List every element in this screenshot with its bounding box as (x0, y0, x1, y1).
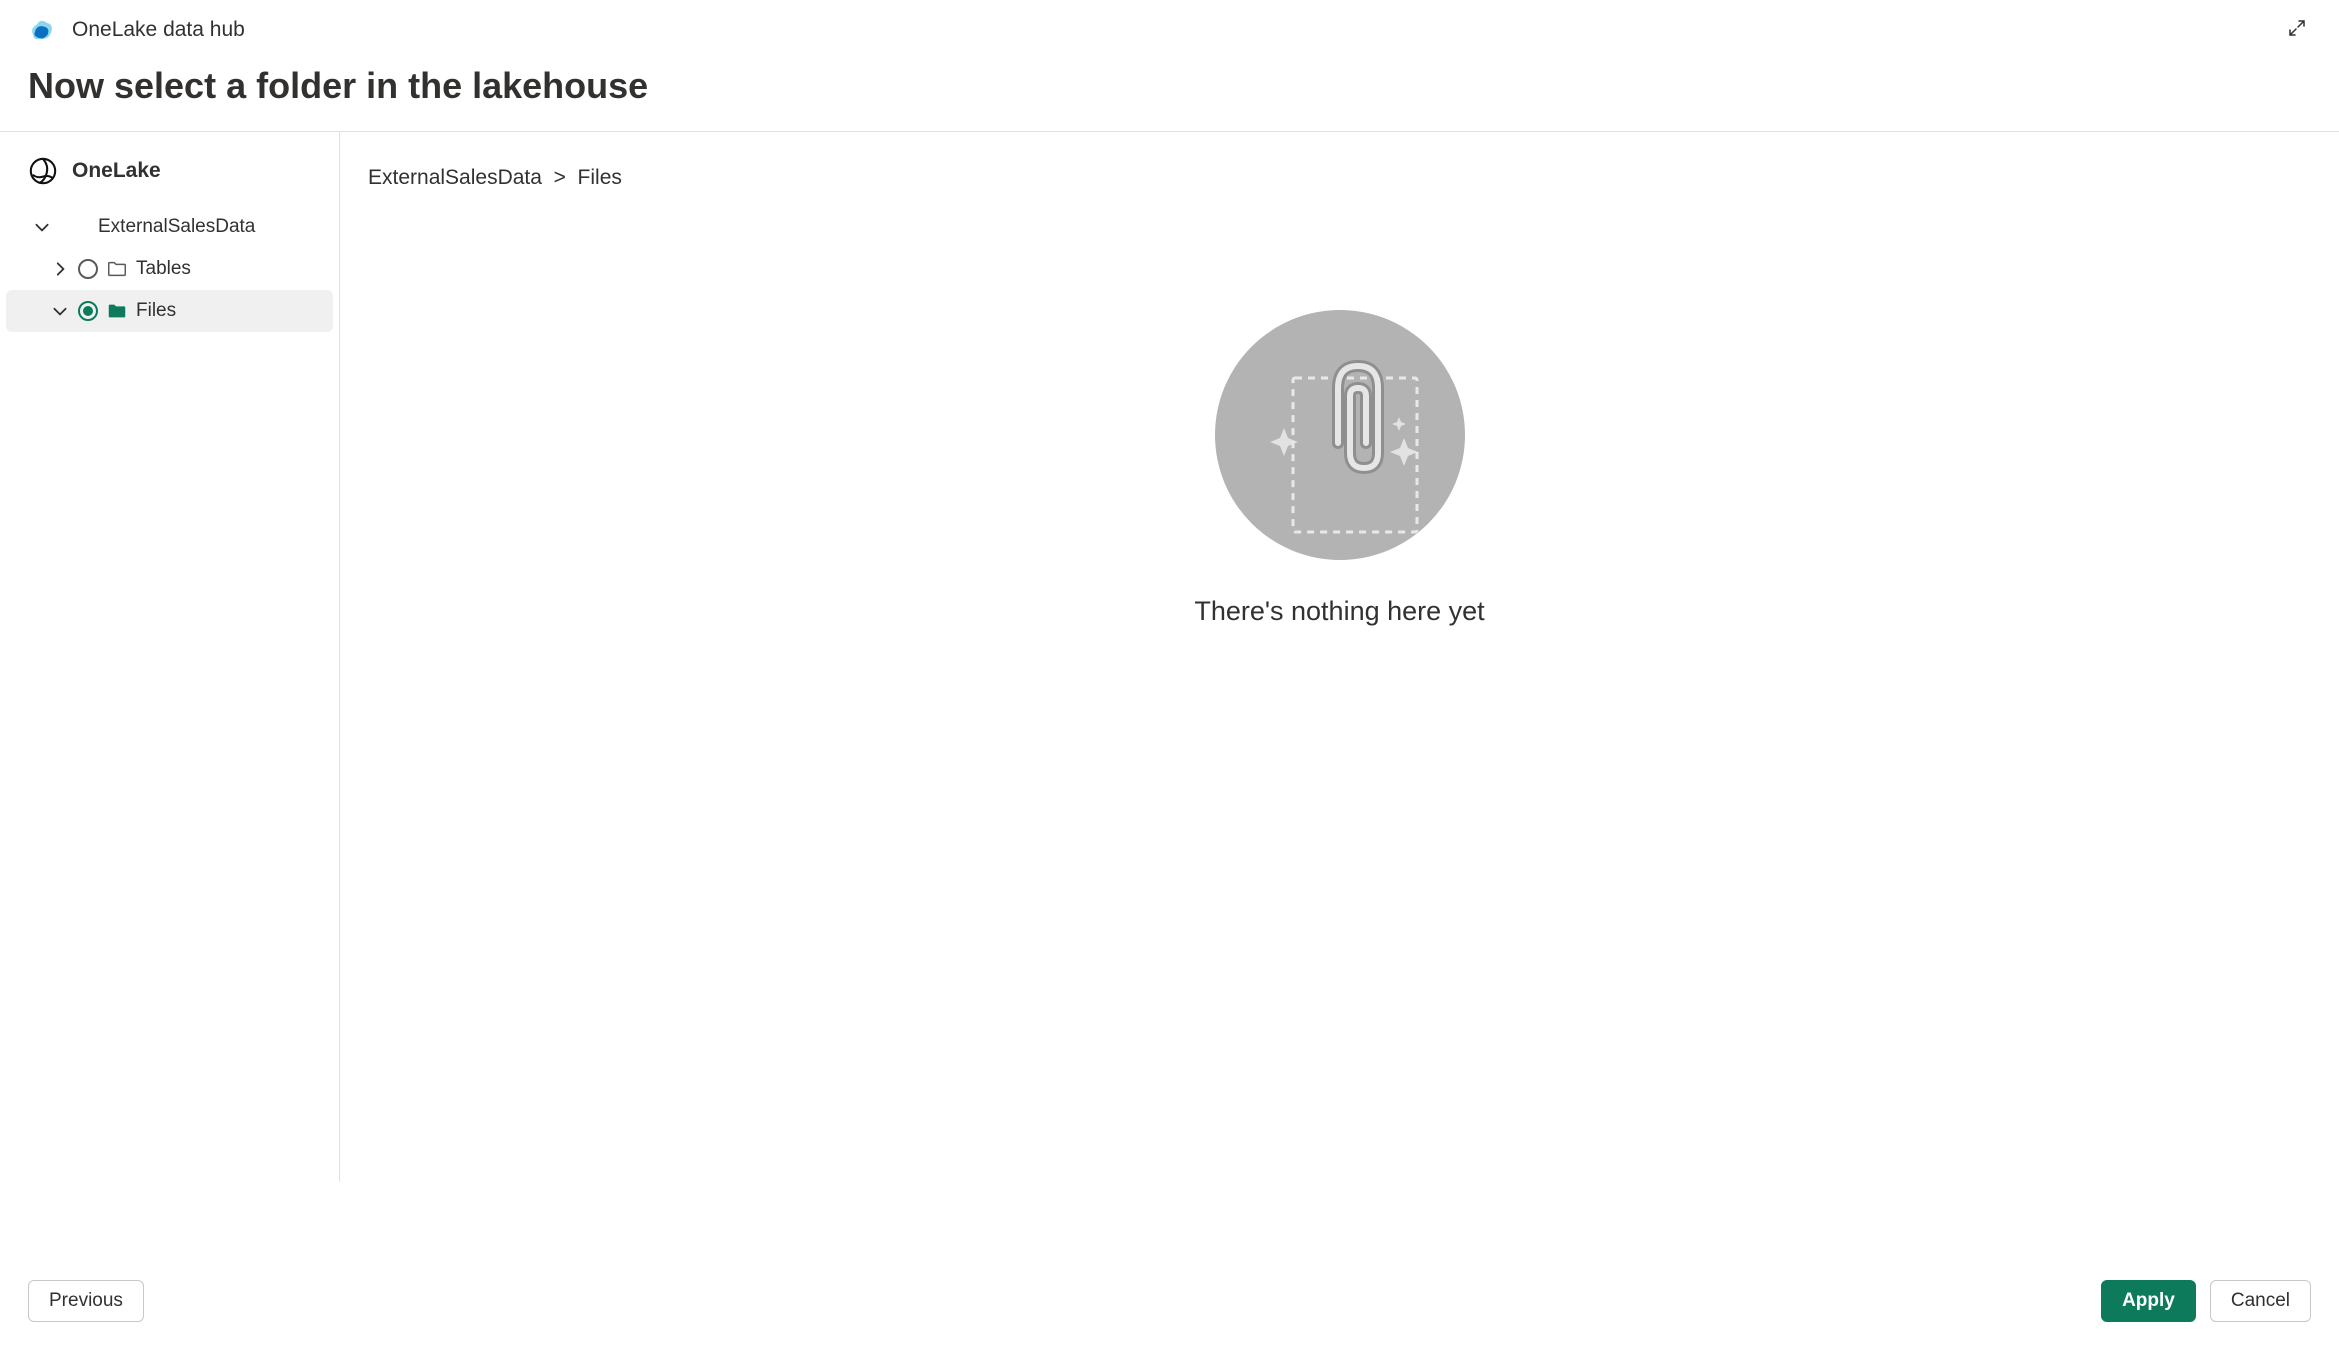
tree-root-onelake[interactable]: OneLake (0, 150, 339, 192)
tree-item-label: Tables (136, 258, 191, 280)
expand-diagonal-icon[interactable] (2283, 14, 2311, 45)
dialog-footer: Previous Apply Cancel (28, 1280, 2311, 1322)
tree-item-label: Files (136, 300, 176, 322)
folder-filled-icon (106, 300, 128, 322)
tree-item-externalsalesdata[interactable]: ExternalSalesData (0, 206, 339, 248)
chevron-down-icon[interactable] (50, 301, 70, 321)
header-title: OneLake data hub (72, 18, 245, 42)
cancel-button[interactable]: Cancel (2210, 1280, 2311, 1322)
content-region: OneLake ExternalSalesData Tables (0, 132, 2339, 1182)
radio-selected[interactable] (78, 301, 98, 321)
breadcrumb-separator: > (554, 166, 566, 189)
onelake-icon (28, 156, 58, 186)
tree-item-tables[interactable]: Tables (0, 248, 339, 290)
chevron-down-icon[interactable] (32, 217, 52, 237)
dialog-header: OneLake data hub (0, 0, 2339, 45)
empty-state: There's nothing here yet (368, 310, 2311, 627)
empty-state-text: There's nothing here yet (1194, 596, 1484, 627)
header-left: OneLake data hub (28, 16, 245, 44)
folder-tree-sidebar: OneLake ExternalSalesData Tables (0, 132, 340, 1182)
radio-unselected[interactable] (78, 259, 98, 279)
previous-button[interactable]: Previous (28, 1280, 144, 1322)
breadcrumb-part[interactable]: ExternalSalesData (368, 166, 542, 189)
page-title: Now select a folder in the lakehouse (0, 45, 2339, 131)
folder-outline-icon (106, 258, 128, 280)
main-content-pane: ExternalSalesData > Files (340, 132, 2339, 1182)
tree-root-label: OneLake (72, 159, 161, 183)
chevron-right-icon[interactable] (50, 259, 70, 279)
apply-button[interactable]: Apply (2101, 1280, 2196, 1322)
empty-state-illustration (1215, 310, 1465, 560)
onelake-logo-icon (28, 16, 56, 44)
breadcrumb: ExternalSalesData > Files (368, 166, 2311, 190)
breadcrumb-part: Files (578, 166, 622, 189)
tree-item-label: ExternalSalesData (98, 216, 255, 238)
footer-right: Apply Cancel (2101, 1280, 2311, 1322)
tree-item-files[interactable]: Files (6, 290, 333, 332)
